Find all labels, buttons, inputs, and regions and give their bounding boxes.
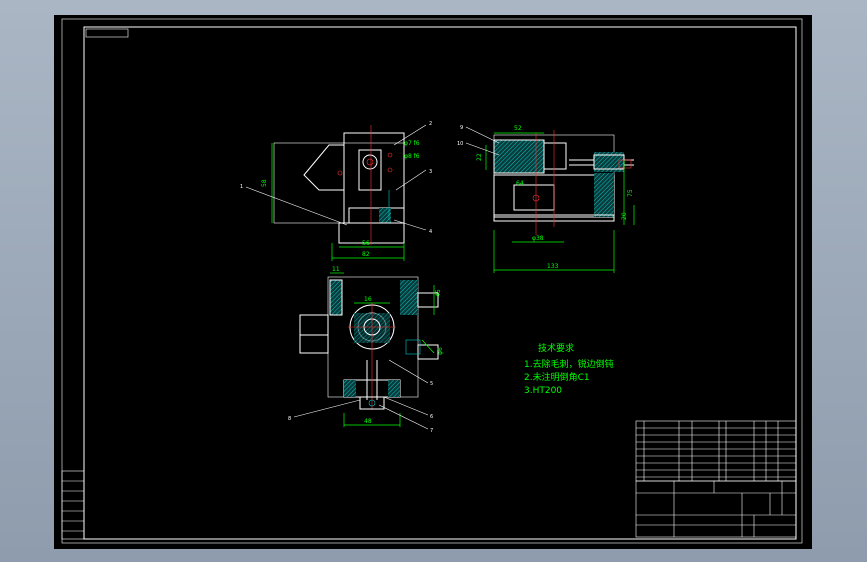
tech-notes-line1: 1.去除毛刺，锐边倒钝 <box>524 358 614 370</box>
side-dim-left: 22 <box>476 153 483 161</box>
corner-label-box <box>85 28 129 38</box>
tech-notes-line3: 3.HT200 <box>524 386 562 396</box>
top-dim-right: 45 <box>435 289 442 297</box>
top-callout-5: 5 <box>430 381 433 387</box>
side-dim-width: 133 <box>547 263 559 270</box>
outer-border <box>61 18 803 544</box>
top-dim-top: 11 <box>332 266 340 273</box>
top-dim-slot: 16 <box>364 296 372 303</box>
front-callout-1: 1 <box>240 184 243 190</box>
title-block <box>635 480 797 538</box>
front-dim-base-inner: 56 <box>362 240 370 247</box>
top-dim-side: φ6 <box>437 347 444 355</box>
front-fit-top: φ7 f6 <box>404 140 420 147</box>
top-callout-8: 8 <box>288 416 291 422</box>
front-view <box>245 124 427 261</box>
tech-notes-line2: 2.未注明倒角C1 <box>524 371 590 383</box>
side-view <box>465 126 635 273</box>
drawing-sheet: 58 56 82 1 2 3 4 φ7 f6 φ8 f6 52 22 64 φ3… <box>61 18 803 544</box>
front-dim-base-outer: 82 <box>362 251 370 258</box>
front-dim-height: 58 <box>261 179 268 187</box>
side-dim-bore: φ38 <box>532 235 544 242</box>
top-callout-7: 7 <box>430 428 433 434</box>
front-callout-3: 3 <box>429 169 432 175</box>
cad-viewport[interactable]: 58 56 82 1 2 3 4 φ7 f6 φ8 f6 52 22 64 φ3… <box>54 15 812 549</box>
tech-notes-title: 技术要求 <box>538 342 574 354</box>
revision-strip <box>61 470 85 540</box>
parts-list-table <box>635 420 797 482</box>
side-callout-10: 10 <box>457 141 463 147</box>
top-callout-6: 6 <box>430 414 433 420</box>
top-dim-bottom: 48 <box>364 418 372 425</box>
front-callout-4: 4 <box>429 229 432 235</box>
front-fit-mid: φ8 f6 <box>404 153 420 160</box>
inner-border <box>83 26 797 540</box>
side-callout-9: 9 <box>460 125 463 131</box>
side-dim-inner: 64 <box>516 180 524 187</box>
side-dim-base: 20 <box>621 212 628 220</box>
side-dim-height: 75 <box>627 189 634 197</box>
front-callout-2: 2 <box>429 121 432 127</box>
side-dim-top: 52 <box>514 125 522 132</box>
